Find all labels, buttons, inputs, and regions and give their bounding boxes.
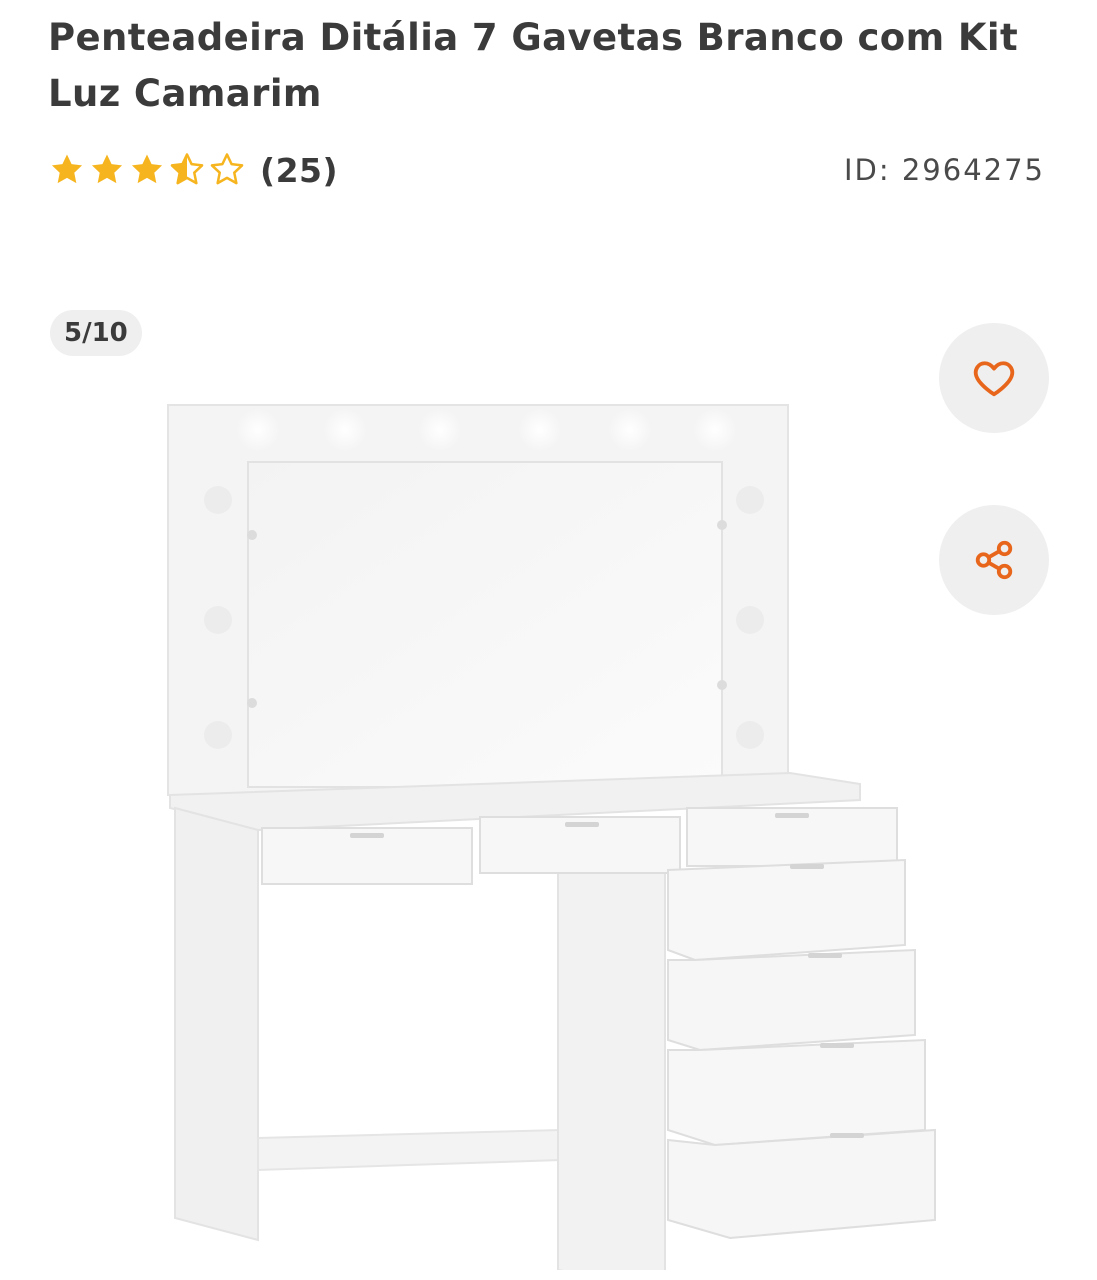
product-image-vanity[interactable]	[140, 390, 960, 1270]
star-empty-icon	[210, 153, 244, 185]
star-icon	[91, 154, 123, 184]
rating-row[interactable]: (25)	[48, 148, 338, 192]
gallery-counter: 5/10	[50, 310, 142, 356]
product-title: Penteadeira Ditália 7 Gavetas Branco com…	[48, 16, 1019, 115]
star-rating	[48, 151, 246, 189]
image-gallery[interactable]: 5/10	[0, 290, 1097, 1280]
star-half-icon	[170, 153, 204, 185]
star-icon	[131, 154, 163, 184]
review-count-link[interactable]: (25)	[260, 151, 338, 190]
heart-icon	[973, 361, 1015, 397]
drawer-stack	[667, 858, 936, 1240]
product-id: ID: 2964275	[843, 153, 1045, 187]
product-page: Penteadeira Ditália 7 Gavetas Branco com…	[0, 0, 1097, 1280]
share-icon	[975, 540, 1013, 580]
star-icon	[51, 154, 83, 184]
